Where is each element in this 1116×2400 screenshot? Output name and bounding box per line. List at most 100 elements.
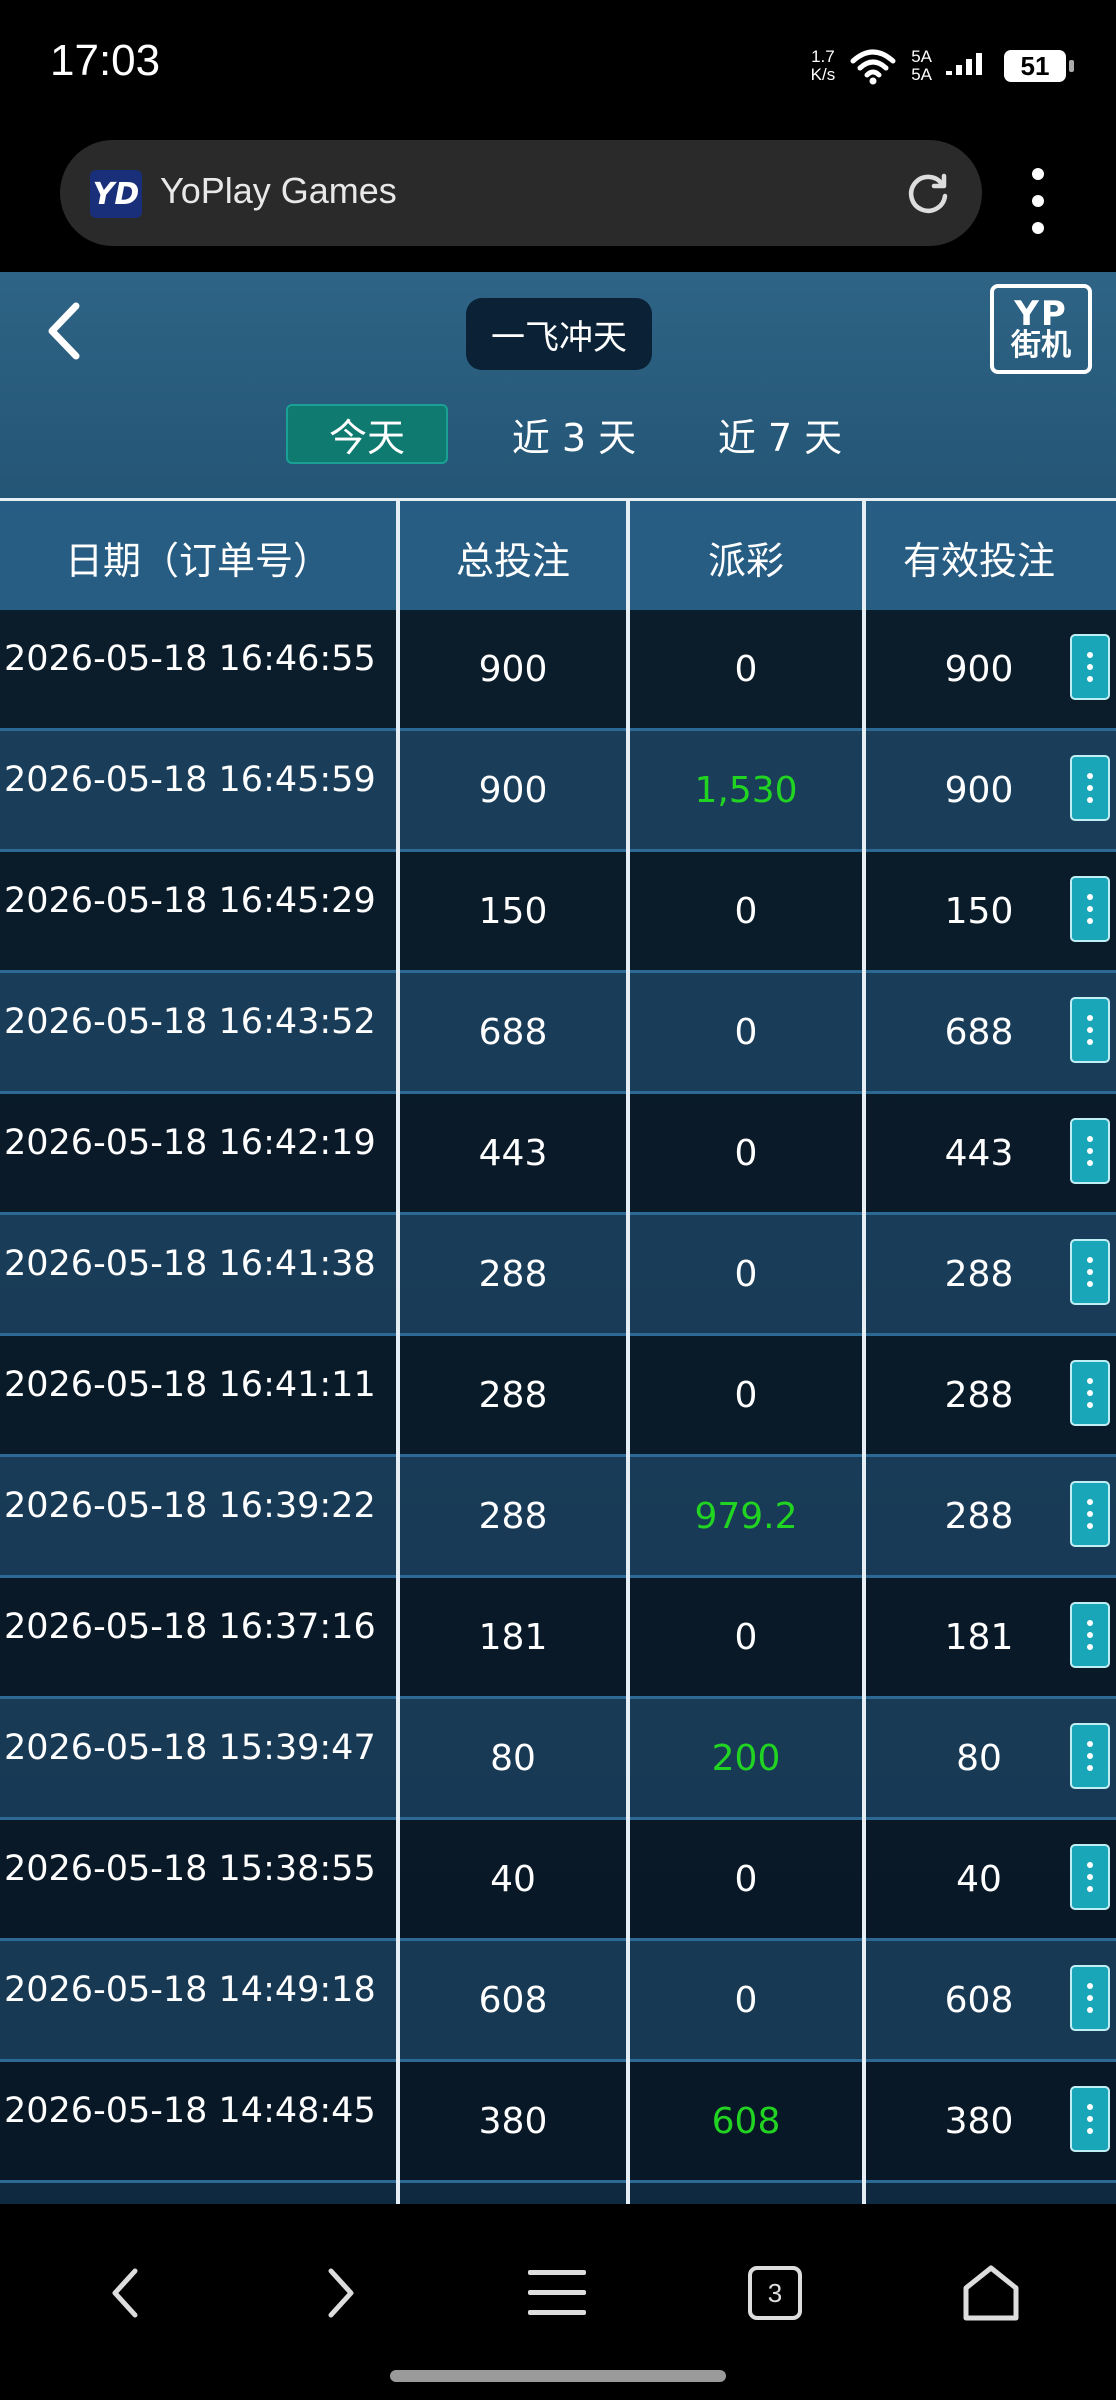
row-more-button[interactable] xyxy=(1070,755,1110,821)
more-dot-icon xyxy=(1087,2007,1093,2013)
more-dot-icon xyxy=(1087,1390,1093,1396)
nav-menu-button[interactable] xyxy=(512,2248,602,2338)
row-total-bet: 443 xyxy=(478,1132,548,1174)
wifi-icon xyxy=(850,49,896,85)
header-date: 日期（订单号） xyxy=(64,538,331,583)
back-chevron-icon[interactable] xyxy=(40,296,90,366)
site-logo: YD xyxy=(90,170,142,218)
nav-back-button[interactable] xyxy=(80,2248,170,2338)
more-dot-icon xyxy=(1087,2116,1093,2122)
table-row: 2026-05-18 16:39:22 288 979.2 288 xyxy=(0,1457,1116,1578)
site-title: YoPlay Games xyxy=(160,170,397,211)
row-date: 2026-05-18 15:39:47 xyxy=(4,1728,376,1768)
tabs-icon: 3 xyxy=(748,2266,802,2320)
more-dot-icon xyxy=(1087,894,1093,900)
row-payout: 979.2 xyxy=(694,1495,798,1537)
row-more-button[interactable] xyxy=(1070,997,1110,1063)
row-more-button[interactable] xyxy=(1070,1481,1110,1547)
row-valid-bet: 288 xyxy=(944,1253,1014,1295)
table-row: 2026-05-18 14:49:18 608 0 608 xyxy=(0,1941,1116,2062)
game-name-badge: 一飞冲天 xyxy=(466,298,652,370)
more-dot-icon xyxy=(1087,676,1093,682)
more-dot-icon xyxy=(1087,1523,1093,1529)
row-date: 2026-05-18 14:48:45 xyxy=(4,2091,376,2131)
reload-icon[interactable] xyxy=(904,170,952,218)
row-more-button[interactable] xyxy=(1070,1602,1110,1668)
more-vert-icon[interactable] xyxy=(1016,164,1060,238)
menu-icon xyxy=(528,2270,586,2315)
row-more-button[interactable] xyxy=(1070,1723,1110,1789)
more-dot-icon xyxy=(1087,1886,1093,1892)
row-more-button[interactable] xyxy=(1070,634,1110,700)
more-dot-icon xyxy=(1087,918,1093,924)
row-total-bet: 181 xyxy=(478,1616,548,1658)
row-total-bet: 288 xyxy=(478,1495,548,1537)
row-payout: 0 xyxy=(734,1253,758,1295)
row-valid-bet: 380 xyxy=(944,2100,1014,2142)
row-more-button[interactable] xyxy=(1070,1239,1110,1305)
status-bar: 17:03 1.7 K/s 5A 5A 51 xyxy=(0,0,1116,130)
row-valid-bet: 443 xyxy=(944,1132,1014,1174)
more-dot-icon xyxy=(1087,797,1093,803)
more-dot-icon xyxy=(1087,1015,1093,1021)
row-valid-bet: 288 xyxy=(944,1495,1014,1537)
table-row: 2026-05-18 16:42:19 443 0 443 xyxy=(0,1094,1116,1215)
signal-icon xyxy=(946,53,982,75)
row-valid-bet: 80 xyxy=(956,1737,1002,1779)
row-total-bet: 80 xyxy=(490,1737,536,1779)
home-indicator[interactable] xyxy=(390,2370,726,2382)
more-dot-icon xyxy=(1087,1402,1093,1408)
tab-7-days[interactable]: 近 7 天 xyxy=(700,404,860,464)
row-payout: 0 xyxy=(734,1374,758,1416)
row-date: 2026-05-18 16:37:16 xyxy=(4,1607,376,1647)
battery-icon: 51 xyxy=(1004,50,1074,82)
tab-today[interactable]: 今天 xyxy=(286,404,448,464)
table-row: 2026-05-18 16:45:29 150 0 150 xyxy=(0,852,1116,973)
more-dot-icon xyxy=(1087,1765,1093,1771)
nav-home-button[interactable] xyxy=(946,2248,1036,2338)
table-row: 2026-05-18 16:45:59 900 1,530 900 xyxy=(0,731,1116,852)
more-dot-icon xyxy=(1087,1378,1093,1384)
table-row: 2026-05-18 16:46:55 900 0 900 xyxy=(0,610,1116,731)
row-total-bet: 688 xyxy=(478,1011,548,1053)
network-speed: 1.7 K/s xyxy=(810,47,836,84)
row-valid-bet: 688 xyxy=(944,1011,1014,1053)
row-total-bet: 900 xyxy=(478,648,548,690)
row-total-bet: 900 xyxy=(478,769,548,811)
row-date: 2026-05-18 16:42:19 xyxy=(4,1123,376,1163)
nav-forward-button[interactable] xyxy=(296,2248,386,2338)
more-dot-icon xyxy=(1087,1257,1093,1263)
date-range-tabs: 今天 近 3 天 近 7 天 xyxy=(0,404,1116,468)
more-dot-icon xyxy=(1087,1148,1093,1154)
row-more-button[interactable] xyxy=(1070,876,1110,942)
row-date: 2026-05-18 16:46:55 xyxy=(4,639,376,679)
tab-3-days[interactable]: 近 3 天 xyxy=(494,404,654,464)
row-more-button[interactable] xyxy=(1070,1965,1110,2031)
row-more-button[interactable] xyxy=(1070,1360,1110,1426)
more-dot-icon xyxy=(1087,1874,1093,1880)
more-dot-icon xyxy=(1087,1741,1093,1747)
status-icons: 1.7 K/s 5A 5A 51 xyxy=(810,44,1074,88)
more-dot-icon xyxy=(1087,906,1093,912)
history-header: 一飞冲天 YP 街机 今天 近 3 天 近 7 天 xyxy=(0,272,1116,500)
header-valid-bet: 有效投注 xyxy=(902,538,1055,583)
address-bar[interactable]: YD YoPlay Games xyxy=(60,140,982,246)
row-total-bet: 288 xyxy=(478,1374,548,1416)
row-more-button[interactable] xyxy=(1070,1844,1110,1910)
row-more-button[interactable] xyxy=(1070,2086,1110,2152)
table-header: 日期（订单号） 总投注 派彩 有效投注 xyxy=(0,498,1116,613)
nav-tabs-button[interactable]: 3 xyxy=(730,2248,820,2338)
row-date: 2026-05-18 16:41:11 xyxy=(4,1365,376,1405)
browser-toolbar: YD YoPlay Games xyxy=(0,130,1116,272)
row-more-button[interactable] xyxy=(1070,1118,1110,1184)
row-date: 2026-05-18 16:45:59 xyxy=(4,760,376,800)
forward-arrow-icon xyxy=(328,2268,354,2318)
row-payout: 1,530 xyxy=(694,769,798,811)
row-total-bet: 40 xyxy=(490,1858,536,1900)
row-payout: 0 xyxy=(734,1616,758,1658)
row-payout: 0 xyxy=(734,890,758,932)
row-date: 2026-05-18 14:49:18 xyxy=(4,1970,376,2010)
more-dot-icon xyxy=(1087,1269,1093,1275)
more-dot-icon xyxy=(1087,1027,1093,1033)
column-divider xyxy=(396,498,400,2204)
